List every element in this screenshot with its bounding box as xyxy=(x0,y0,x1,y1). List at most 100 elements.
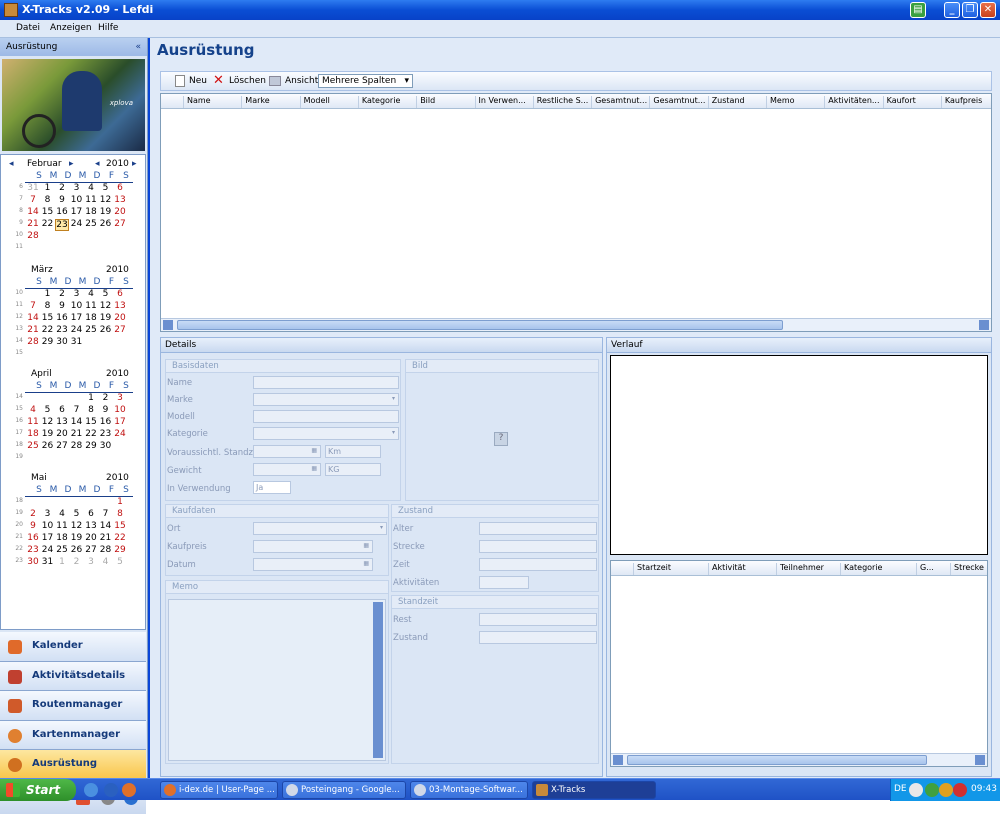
calendar-day[interactable]: 3 xyxy=(41,509,55,519)
calendar-day[interactable]: 13 xyxy=(84,521,98,531)
calendar-day[interactable]: 31 xyxy=(70,337,84,347)
calendar-day[interactable]: 1 xyxy=(113,497,127,507)
calendar-day[interactable]: 2 xyxy=(70,557,84,567)
scroll-right-icon[interactable] xyxy=(979,320,989,330)
calendar-day[interactable]: 21 xyxy=(70,429,84,439)
marke-select[interactable]: ▾ xyxy=(253,393,399,406)
prev-year-icon[interactable]: ◂ xyxy=(95,159,100,169)
calendar-day[interactable]: 28 xyxy=(26,337,40,347)
collapse-icon[interactable]: « xyxy=(135,38,141,56)
menu-anzeigen[interactable]: Anzeigen xyxy=(50,23,92,33)
calendar-day[interactable]: 29 xyxy=(41,337,55,347)
calendar-day[interactable]: 4 xyxy=(26,405,40,415)
calendar-day[interactable]: 20 xyxy=(113,313,127,323)
column-header[interactable]: Memo xyxy=(766,96,824,108)
verlauf-grid[interactable]: Startzeit Aktivität Teilnehmer Kategorie G..… xyxy=(610,560,988,767)
delete-button[interactable]: Löschen xyxy=(229,76,266,86)
name-field[interactable] xyxy=(253,376,399,389)
column-header[interactable]: Teilnehmer xyxy=(776,563,840,575)
gewicht-field[interactable]: ▦ xyxy=(253,463,321,476)
calendar-day[interactable]: 18 xyxy=(26,429,40,439)
calendar-day[interactable]: 9 xyxy=(26,521,40,531)
calendar-day[interactable]: 11 xyxy=(84,195,98,205)
shield-icon[interactable] xyxy=(939,783,953,797)
maximize-button[interactable]: ❐ xyxy=(962,2,978,18)
calendar-day[interactable]: 24 xyxy=(41,545,55,555)
calendar-day[interactable]: 2 xyxy=(55,183,69,193)
calendar-day[interactable]: 7 xyxy=(26,195,40,205)
memo-textarea[interactable] xyxy=(168,599,386,761)
calendar-month-name[interactable]: März xyxy=(31,265,53,275)
calendar-day[interactable]: 20 xyxy=(84,533,98,543)
calendar-year[interactable]: 2010 xyxy=(106,265,129,275)
calendar-day[interactable]: 11 xyxy=(55,521,69,531)
calendar-year[interactable]: 2010 xyxy=(106,159,129,169)
datum-field[interactable]: ▦ xyxy=(253,558,373,571)
calendar-day[interactable]: 24 xyxy=(113,429,127,439)
calendar-day[interactable]: 6 xyxy=(84,509,98,519)
calendar-day[interactable]: 5 xyxy=(99,183,113,193)
prev-month-icon[interactable]: ◂ xyxy=(9,159,14,169)
calendar-day[interactable]: 2 xyxy=(26,509,40,519)
scroll-left-icon[interactable] xyxy=(613,755,623,765)
calendar-day[interactable]: 14 xyxy=(70,417,84,427)
calendar-day[interactable]: 23 xyxy=(55,219,69,231)
calendar-day[interactable]: 24 xyxy=(70,325,84,335)
column-header[interactable]: Strecke xyxy=(950,563,990,575)
start-button[interactable]: Start xyxy=(0,779,76,801)
calendar-day[interactable]: 10 xyxy=(70,195,84,205)
calendar-day[interactable]: 31 xyxy=(26,183,40,193)
task-montage[interactable]: 03-Montage-Softwar... xyxy=(410,781,528,799)
scroll-right-icon[interactable] xyxy=(975,755,985,765)
column-header[interactable]: Name xyxy=(183,96,241,108)
calendar-day[interactable]: 9 xyxy=(99,405,113,415)
calendar-day[interactable]: 1 xyxy=(84,393,98,403)
nav-ausruestung[interactable]: Ausrüstung xyxy=(0,750,146,780)
calendar-day[interactable]: 4 xyxy=(99,557,113,567)
nav-kalender[interactable]: Kalender xyxy=(0,632,146,662)
calendar-day[interactable]: 5 xyxy=(41,405,55,415)
task-idex[interactable]: i-dex.de | User-Page ... xyxy=(160,781,278,799)
calendar-day[interactable]: 28 xyxy=(99,545,113,555)
gewicht-unit-select[interactable]: KG xyxy=(325,463,381,476)
column-header[interactable]: Gesamtnut... xyxy=(591,96,649,108)
calendar-day[interactable]: 2 xyxy=(55,289,69,299)
calendar-day[interactable]: 14 xyxy=(26,207,40,217)
calendar-day[interactable]: 17 xyxy=(113,417,127,427)
calendar-day[interactable]: 3 xyxy=(70,183,84,193)
calendar-day[interactable]: 13 xyxy=(113,195,127,205)
calendar-day[interactable]: 12 xyxy=(99,301,113,311)
calendar-day[interactable]: 8 xyxy=(84,405,98,415)
calendar-day[interactable]: 21 xyxy=(99,533,113,543)
calendar-day[interactable]: 18 xyxy=(84,207,98,217)
calendar-day[interactable]: 2 xyxy=(99,393,113,403)
verlauf-chart[interactable] xyxy=(610,355,988,555)
modell-field[interactable] xyxy=(253,410,399,423)
calendar-day[interactable]: 16 xyxy=(99,417,113,427)
calendar-day[interactable]: 8 xyxy=(41,195,55,205)
calendar-day[interactable]: 19 xyxy=(99,313,113,323)
calendar-day[interactable]: 27 xyxy=(113,219,127,229)
calendar-day[interactable]: 11 xyxy=(84,301,98,311)
calendar-day[interactable]: 15 xyxy=(41,313,55,323)
nav-aktivitaetsdetails[interactable]: Aktivitätsdetails xyxy=(0,661,146,692)
calendar-day[interactable]: 6 xyxy=(55,405,69,415)
calendar-day[interactable]: 26 xyxy=(70,545,84,555)
calendar-day[interactable]: 1 xyxy=(55,557,69,567)
calendar-day[interactable]: 8 xyxy=(113,509,127,519)
column-header[interactable]: Kaufpreis xyxy=(940,96,999,108)
calendar-day[interactable]: 21 xyxy=(26,219,40,229)
quicklaunch-desktop-icon[interactable] xyxy=(84,783,98,797)
calendar-month-name[interactable]: Mai xyxy=(31,473,47,483)
column-header[interactable]: Aktivitäten... xyxy=(824,96,882,108)
calendar-day[interactable]: 7 xyxy=(99,509,113,519)
calendar-day[interactable]: 11 xyxy=(26,417,40,427)
close-button[interactable]: ✕ xyxy=(980,2,996,18)
new-icon[interactable] xyxy=(175,75,185,87)
calendar-month-name[interactable]: April xyxy=(31,369,52,379)
calendar-day[interactable]: 20 xyxy=(113,207,127,217)
calendar-day[interactable]: 23 xyxy=(99,429,113,439)
calendar-day[interactable]: 31 xyxy=(41,557,55,567)
calendar-day[interactable]: 30 xyxy=(55,337,69,347)
task-xtracks[interactable]: X-Tracks xyxy=(532,781,656,799)
